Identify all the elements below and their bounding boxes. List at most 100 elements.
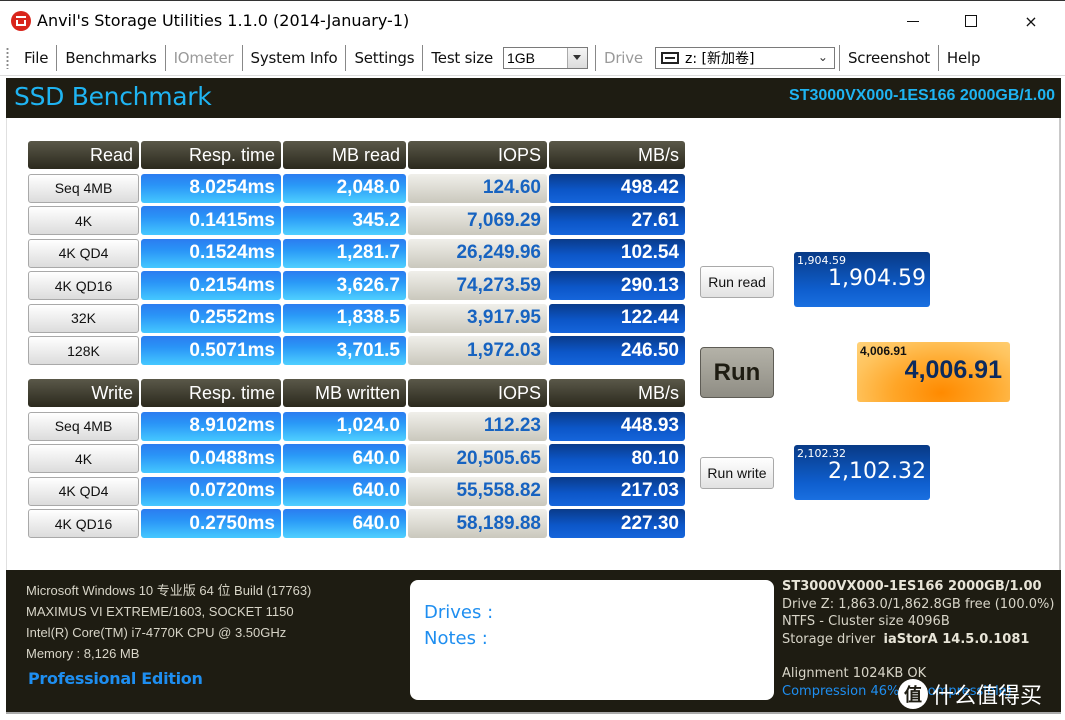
column-header: MB/s bbox=[549, 141, 685, 169]
table-row: Seq 4MB 8.9102ms 1,024.0 112.23 448.93 bbox=[27, 411, 686, 444]
response-time-cell: 0.2552ms bbox=[141, 303, 281, 333]
watermark-badge-icon: 值 bbox=[898, 679, 928, 709]
menu-settings[interactable]: Settings bbox=[346, 45, 422, 71]
response-time-cell: 0.0488ms bbox=[141, 444, 281, 473]
read-score-value: 1,904.59 bbox=[828, 266, 926, 291]
close-button[interactable]: × bbox=[1008, 5, 1054, 37]
response-time-cell: 0.0720ms bbox=[141, 476, 281, 506]
total-score-value: 4,006.91 bbox=[904, 356, 1002, 384]
memory-info: Memory : 8,126 MB bbox=[26, 646, 140, 661]
table-row: 4K 0.1415ms 345.2 7,069.29 27.61 bbox=[27, 205, 686, 238]
column-header: IOPS bbox=[408, 379, 547, 407]
table-row: Seq 4MB 8.0254ms 2,048.0 124.60 498.42 bbox=[27, 173, 686, 206]
mb-transferred-cell: 3,701.5 bbox=[283, 336, 406, 365]
mbps-cell: 246.50 bbox=[549, 336, 685, 365]
test-button[interactable]: 4K QD16 bbox=[28, 271, 139, 300]
menu-screenshot[interactable]: Screenshot bbox=[840, 45, 938, 71]
column-header: Resp. time bbox=[141, 379, 281, 407]
mb-transferred-cell: 345.2 bbox=[283, 206, 406, 235]
iops-cell: 1,972.03 bbox=[408, 336, 547, 365]
column-header: MB written bbox=[283, 379, 406, 407]
mbps-cell: 217.03 bbox=[549, 476, 685, 506]
response-time-cell: 0.2750ms bbox=[141, 509, 281, 538]
table-row: 4K 0.0488ms 640.0 20,505.65 80.10 bbox=[27, 443, 686, 476]
mbps-cell: 227.30 bbox=[549, 509, 685, 538]
run-button[interactable]: Run bbox=[700, 347, 774, 398]
mb-transferred-cell: 640.0 bbox=[283, 509, 406, 538]
test-button[interactable]: 4K QD4 bbox=[28, 238, 139, 268]
table-row: 4K QD16 0.2750ms 640.0 58,189.88 227.30 bbox=[27, 508, 686, 541]
drive-info-free: Drive Z: 1,863.0/1,862.8GB free (100.0%) bbox=[782, 596, 1055, 612]
iops-cell: 3,917.95 bbox=[408, 303, 547, 333]
drive-info-model: ST3000VX000-1ES166 2000GB/1.00 bbox=[782, 579, 1042, 594]
read-results-table: Read Resp. time MB read IOPS MB/s Seq 4M… bbox=[27, 140, 686, 368]
watermark-text: 什么值得买 bbox=[932, 684, 1043, 709]
run-write-button[interactable]: Run write bbox=[700, 457, 774, 489]
toolbar-grip-icon[interactable] bbox=[6, 46, 9, 69]
maximize-button[interactable] bbox=[948, 5, 994, 37]
page-title: SSD Benchmark bbox=[14, 82, 212, 111]
minimize-button[interactable] bbox=[890, 5, 936, 37]
mb-transferred-cell: 1,838.5 bbox=[283, 303, 406, 333]
table-row: 4K QD4 0.0720ms 640.0 55,558.82 217.03 bbox=[27, 476, 686, 509]
menu-system-info[interactable]: System Info bbox=[243, 45, 346, 71]
mbps-cell: 80.10 bbox=[549, 444, 685, 473]
test-button[interactable]: 128K bbox=[28, 336, 139, 365]
menu-file[interactable]: File bbox=[16, 45, 56, 71]
test-button[interactable]: 4K QD4 bbox=[28, 476, 139, 506]
column-header: MB read bbox=[283, 141, 406, 169]
table-header-row: Read Resp. time MB read IOPS MB/s bbox=[27, 140, 686, 173]
test-size-select[interactable]: 1GB bbox=[502, 46, 588, 69]
mb-transferred-cell: 3,626.7 bbox=[283, 271, 406, 300]
response-time-cell: 0.1524ms bbox=[141, 238, 281, 268]
write-score-value: 2,102.32 bbox=[828, 459, 926, 484]
column-header: Resp. time bbox=[141, 141, 281, 169]
test-button[interactable]: 4K bbox=[28, 444, 139, 473]
system-info: Microsoft Windows 10 专业版 64 位 Build (177… bbox=[26, 580, 311, 664]
cpu-info: Intel(R) Core(TM) i7-4770K CPU @ 3.50GHz bbox=[26, 625, 287, 640]
close-icon: × bbox=[1024, 11, 1038, 31]
mbps-cell: 448.93 bbox=[549, 411, 685, 441]
test-button[interactable]: 4K bbox=[28, 206, 139, 235]
column-header: IOPS bbox=[408, 141, 547, 169]
mbps-cell: 27.61 bbox=[549, 206, 685, 235]
test-button[interactable]: Seq 4MB bbox=[28, 411, 139, 441]
drive-value: z: [新加卷] bbox=[684, 50, 755, 67]
test-button[interactable]: Seq 4MB bbox=[28, 173, 139, 203]
write-score-box: 2,102.32 2,102.32 bbox=[794, 445, 930, 500]
table-row: 4K QD16 0.2154ms 3,626.7 74,273.59 290.13 bbox=[27, 270, 686, 303]
response-time-cell: 0.1415ms bbox=[141, 206, 281, 235]
window-title: Anvil's Storage Utilities 1.1.0 (2014-Ja… bbox=[37, 11, 410, 30]
test-button[interactable]: 32K bbox=[28, 303, 139, 333]
drive-select[interactable]: z: [新加卷] ⌄ bbox=[654, 46, 835, 69]
chevron-down-icon: ⌄ bbox=[817, 49, 828, 64]
table-header-row: Write Resp. time MB written IOPS MB/s bbox=[27, 378, 686, 411]
minimize-icon bbox=[907, 20, 919, 22]
test-button[interactable]: 4K QD16 bbox=[28, 509, 139, 538]
benchmark-header: SSD Benchmark ST3000VX000-1ES166 2000GB/… bbox=[6, 78, 1061, 118]
table-row: 4K QD4 0.1524ms 1,281.7 26,249.96 102.54 bbox=[27, 238, 686, 271]
response-time-cell: 0.2154ms bbox=[141, 271, 281, 300]
drive-model-label: ST3000VX000-1ES166 2000GB/1.00 bbox=[789, 87, 1055, 104]
iops-cell: 55,558.82 bbox=[408, 476, 547, 506]
response-time-cell: 8.0254ms bbox=[141, 173, 281, 203]
drive-label: Drive bbox=[603, 48, 643, 67]
total-score-small: 4,006.91 bbox=[860, 344, 907, 358]
menu-benchmarks[interactable]: Benchmarks bbox=[57, 45, 164, 71]
mb-transferred-cell: 2,048.0 bbox=[283, 173, 406, 203]
response-time-cell: 8.9102ms bbox=[141, 411, 281, 441]
column-header: Write bbox=[28, 379, 139, 407]
test-size-dropdown-button[interactable] bbox=[566, 47, 587, 68]
run-read-button[interactable]: Run read bbox=[700, 266, 774, 298]
table-row: 128K 0.5071ms 3,701.5 1,972.03 246.50 bbox=[27, 335, 686, 368]
mbps-cell: 498.42 bbox=[549, 173, 685, 203]
notes-area[interactable]: Drives : Notes : bbox=[410, 580, 774, 700]
menu-help[interactable]: Help bbox=[939, 45, 988, 71]
info-footer: Microsoft Windows 10 专业版 64 位 Build (177… bbox=[6, 570, 1061, 714]
iops-cell: 74,273.59 bbox=[408, 271, 547, 300]
menu-bar: File Benchmarks IOmeter System Info Sett… bbox=[0, 40, 1065, 76]
iops-cell: 112.23 bbox=[408, 411, 547, 441]
iops-cell: 7,069.29 bbox=[408, 206, 547, 235]
mbps-cell: 122.44 bbox=[549, 303, 685, 333]
